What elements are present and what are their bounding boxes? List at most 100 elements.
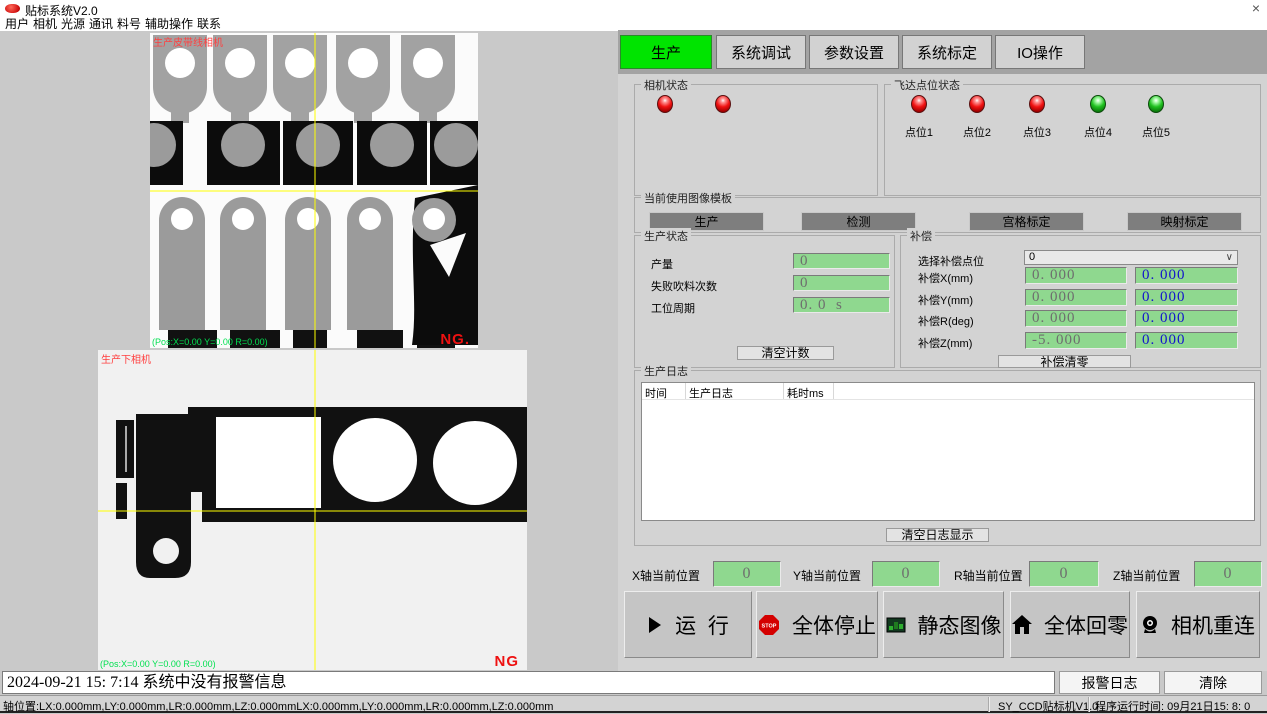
menu-item-light[interactable]: 光源: [61, 17, 85, 31]
belt-camera-pos-readout: (Pos:X=0.00 Y=0.00 R=0.00): [152, 337, 268, 347]
yield-value: 0: [793, 253, 890, 269]
r-axis-pos-value: 0: [1029, 561, 1099, 587]
group-title: 生产日志: [641, 363, 691, 379]
group-title: 当前使用图像模板: [641, 190, 735, 206]
home-all-button-label: 全体回零: [1044, 610, 1128, 640]
status-separator: [988, 697, 989, 712]
chevron-down-icon: ∨: [1226, 251, 1233, 264]
r-axis-pos-label: R轴当前位置: [954, 567, 1023, 584]
comp-r-value: 0. 000: [1025, 310, 1127, 327]
menu-item-partno[interactable]: 料号: [117, 17, 141, 31]
tab-calibration[interactable]: 系统标定: [902, 35, 992, 69]
comp-y-label: 补偿Y(mm): [918, 292, 973, 308]
lower-camera-label: 生产下相机: [101, 351, 151, 366]
lower-camera-result-badge: NG: [495, 653, 520, 670]
lower-camera-image: [98, 350, 527, 670]
camera-view-lower: 生产下相机 (Pos:X=0.00 Y=0.00 R=0.00) NG: [98, 350, 527, 670]
tab-strip: 生产 系统调试 参数设置 系统标定 IO操作: [618, 30, 1267, 74]
menu-item-auxops[interactable]: 辅助操作: [145, 17, 193, 31]
tab-label: IO操作: [1017, 42, 1063, 63]
lower-camera-pos-readout: (Pos:X=0.00 Y=0.00 R=0.00): [100, 659, 216, 669]
status-machine-name: SY_CCD贴标机V1.0: [998, 698, 1098, 714]
cycle-time-value: 0. 0 s: [793, 297, 890, 313]
feeder-point-5: 点位5: [1127, 95, 1185, 140]
menu-item-contact[interactable]: 联系: [197, 17, 221, 31]
run-button[interactable]: 运 行: [624, 591, 752, 658]
log-col-message: 生产日志: [686, 383, 784, 399]
tab-production[interactable]: 生产: [620, 35, 712, 69]
feeder-point-3: 点位3: [1008, 95, 1066, 140]
camera2-led-icon: [715, 95, 731, 113]
menu-item-comm[interactable]: 通讯: [89, 17, 113, 31]
static-image-button-label: 静态图像: [918, 610, 1002, 640]
comp-z-label: 补偿Z(mm): [918, 335, 972, 351]
belt-camera-label: 生产皮带线相机: [153, 34, 223, 49]
tab-io[interactable]: IO操作: [995, 35, 1085, 69]
point3-label: 点位3: [1008, 124, 1066, 140]
menu-item-user[interactable]: 用户: [5, 17, 29, 31]
stop-all-button[interactable]: STOP 全体停止: [756, 591, 878, 658]
comp-point-select-label: 选择补偿点位: [918, 253, 984, 269]
cycle-time-label: 工位周期: [651, 300, 695, 316]
feeder-status-group: 飞达点位状态 点位1 点位2 点位3 点位4 点位5: [884, 84, 1261, 196]
camera-reconnect-button[interactable]: 相机重连: [1136, 591, 1260, 658]
comp-x-label: 补偿X(mm): [918, 270, 973, 286]
feeder-point-4: 点位4: [1069, 95, 1127, 140]
tab-label: 系统标定: [917, 42, 977, 63]
svg-text:STOP: STOP: [762, 623, 777, 629]
tab-label: 参数设置: [824, 42, 884, 63]
status-axis-positions: 轴位置:LX:0.000mm,LY:0.000mm,LR:0.000mm,LZ:…: [3, 698, 553, 714]
status-separator: [1088, 697, 1089, 712]
group-title: 生产状态: [641, 228, 691, 244]
x-axis-pos-label: X轴当前位置: [632, 567, 700, 584]
status-bar: 轴位置:LX:0.000mm,LY:0.000mm,LR:0.000mm,LZ:…: [0, 695, 1267, 713]
camera1-led-icon: [657, 95, 673, 113]
production-status-group: 生产状态 产量 0 失败吹料次数 0 工位周期 0. 0 s 清空计数: [634, 235, 895, 368]
clear-count-button[interactable]: 清空计数: [737, 346, 834, 360]
alarm-message: 2024-09-21 15: 7:14 系统中没有报警信息: [2, 671, 1055, 694]
comp-r-value2: 0. 000: [1135, 310, 1238, 327]
point5-led-icon: [1148, 95, 1164, 113]
comp-point-select-value: 0: [1029, 251, 1035, 263]
z-axis-pos-value: 0: [1194, 561, 1262, 587]
alarm-log-button[interactable]: 报警日志: [1059, 671, 1160, 694]
point4-label: 点位4: [1069, 124, 1127, 140]
production-log-list[interactable]: 时间 生产日志 耗时ms: [641, 382, 1255, 521]
comp-y-value: 0. 000: [1025, 289, 1127, 306]
camera-icon: [1141, 615, 1159, 635]
fail-blow-count-value: 0: [793, 275, 890, 291]
compensation-group: 补偿 选择补偿点位 0 ∨ 补偿X(mm) 0. 000 0. 000 补偿Y(…: [900, 235, 1261, 368]
point1-label: 点位1: [890, 124, 948, 140]
template-map-calib-button[interactable]: 映射标定: [1127, 212, 1242, 231]
app-icon: [5, 4, 20, 13]
point5-label: 点位5: [1127, 124, 1185, 140]
tab-system-debug[interactable]: 系统调试: [716, 35, 806, 69]
menu-item-camera[interactable]: 相机: [33, 17, 57, 31]
home-all-button[interactable]: 全体回零: [1010, 591, 1130, 658]
camera-reconnect-button-label: 相机重连: [1171, 610, 1255, 640]
camera-status-group: 相机状态: [634, 84, 878, 196]
belt-camera-result-badge: NG.: [440, 331, 470, 348]
template-detect-button[interactable]: 检测: [801, 212, 916, 231]
template-grid-calib-button[interactable]: 宫格标定: [969, 212, 1084, 231]
x-axis-pos-value: 0: [713, 561, 781, 587]
status-program-runtime: 程序运行时间: 09月21日15: 8: 0: [1095, 698, 1250, 714]
static-image-button[interactable]: 静态图像: [883, 591, 1004, 658]
comp-y-value2: 0. 000: [1135, 289, 1238, 306]
log-col-elapsed: 耗时ms: [784, 383, 834, 399]
point2-led-icon: [969, 95, 985, 113]
menu-bar: 用户 相机 光源 通讯 料号 辅助操作 联系: [0, 17, 1267, 31]
group-title: 飞达点位状态: [891, 77, 963, 93]
alarm-clear-button[interactable]: 清除: [1164, 671, 1262, 694]
comp-clear-button[interactable]: 补偿清零: [998, 355, 1131, 368]
play-icon: [647, 616, 663, 634]
clear-log-button[interactable]: 清空日志显示: [886, 528, 989, 542]
y-axis-pos-label: Y轴当前位置: [793, 567, 861, 584]
comp-point-select[interactable]: 0 ∨: [1024, 250, 1238, 265]
main-panel: 生产 系统调试 参数设置 系统标定 IO操作 相机状态 飞达点位状态 点位1 点…: [618, 30, 1267, 671]
close-icon[interactable]: ×: [1252, 0, 1260, 16]
point4-led-icon: [1090, 95, 1106, 113]
production-log-group: 生产日志 时间 生产日志 耗时ms 清空日志显示: [634, 370, 1261, 546]
tab-parameters[interactable]: 参数设置: [809, 35, 899, 69]
fail-blow-count-label: 失败吹料次数: [651, 278, 717, 294]
